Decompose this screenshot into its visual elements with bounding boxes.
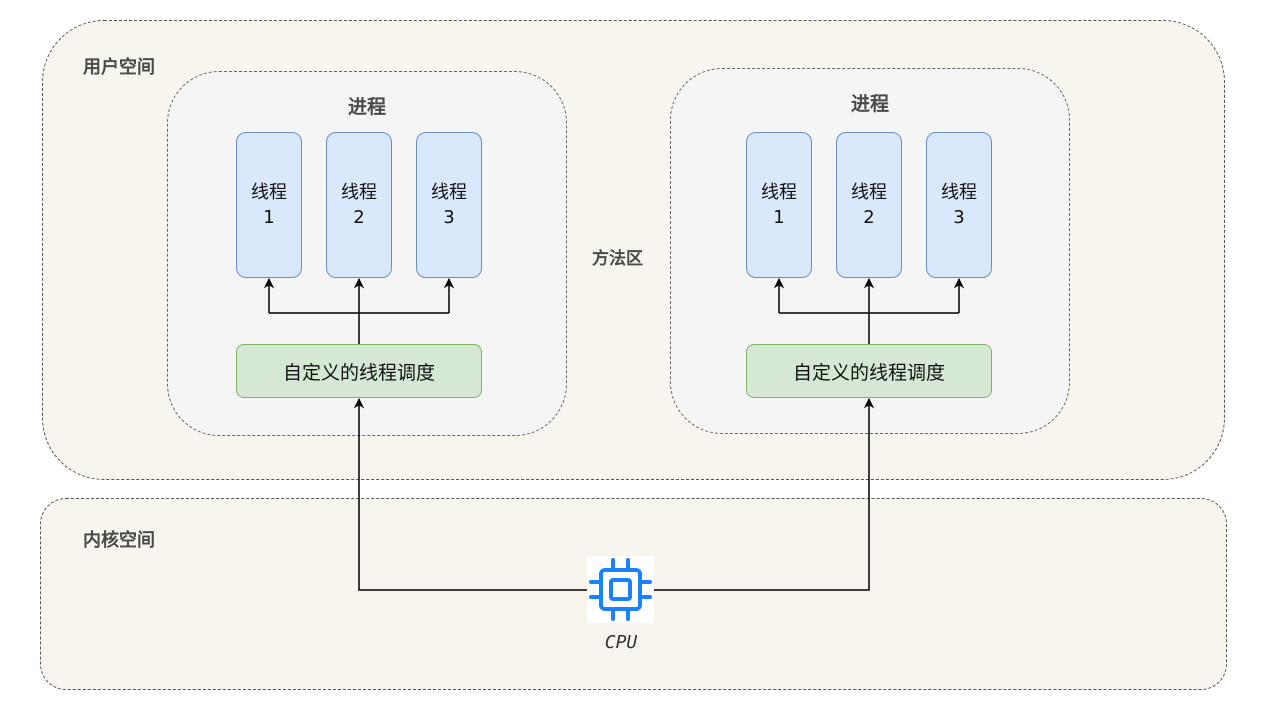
cpu-label: CPU xyxy=(604,632,638,653)
arrow-cpu-to-scheduler-2 xyxy=(654,397,875,591)
cpu-chip-icon xyxy=(587,556,654,623)
arrow-cpu-to-scheduler-1 xyxy=(353,397,587,591)
